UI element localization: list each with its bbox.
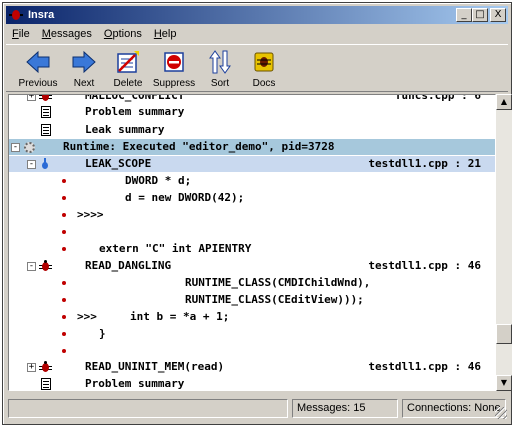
- tree-row-leak-summary[interactable]: Leak summary: [9, 122, 495, 138]
- bullet-icon: [62, 349, 66, 353]
- document-icon: [41, 106, 51, 118]
- window-title: Insra: [28, 9, 55, 21]
- delete-icon: [117, 51, 139, 73]
- menu-options[interactable]: Options: [98, 28, 148, 40]
- resize-grip-icon[interactable]: [495, 407, 507, 419]
- bullet-icon: [62, 196, 66, 200]
- message-tree[interactable]: + MALLOC_CONFLICT funcs.cpp : 6 Problem …: [8, 94, 496, 391]
- runtime-gear-icon: [24, 142, 35, 153]
- bug-icon: [39, 260, 52, 272]
- menu-bar: File Messages Options Help: [6, 25, 508, 43]
- arrow-left-icon: [26, 50, 50, 74]
- title-bar[interactable]: Insra _ □ X: [6, 6, 508, 24]
- tree-row-read-dangling[interactable]: - READ_DANGLING testdll1.cpp : 46: [9, 258, 495, 274]
- bug-icon: [39, 361, 52, 373]
- delete-button[interactable]: Delete: [106, 45, 150, 91]
- tree-row-runtime[interactable]: - Runtime: Executed "editor_demo", pid=3…: [9, 139, 495, 155]
- close-button[interactable]: X: [490, 8, 506, 22]
- document-icon: [41, 378, 51, 390]
- tree-row-problem-summary[interactable]: Problem summary: [9, 376, 495, 390]
- next-label: Next: [73, 78, 95, 89]
- code-line: d = new DWORD(42);: [9, 190, 495, 206]
- vertical-scrollbar[interactable]: ▲ ▼: [496, 94, 512, 391]
- bullet-icon: [62, 230, 66, 234]
- code-line: DWORD * d;: [9, 173, 495, 189]
- code-line: >>>>: [9, 207, 495, 223]
- code-line: extern "C" int APIENTRY: [9, 241, 495, 257]
- suppress-button[interactable]: Suppress: [150, 45, 198, 91]
- bullet-icon: [62, 281, 66, 285]
- bullet-icon: [62, 315, 66, 319]
- sort-button[interactable]: Sort: [198, 45, 242, 91]
- code-line: RUNTIME_CLASS(CMDIChildWnd),: [9, 275, 495, 291]
- previous-button[interactable]: Previous: [14, 45, 62, 91]
- toolbar: Previous Next Delete Suppress Sort Docs: [6, 44, 508, 92]
- tree-row-malloc-conflict[interactable]: + MALLOC_CONFLICT funcs.cpp : 6: [9, 95, 495, 104]
- bullet-icon: [62, 213, 66, 217]
- bullet-icon: [62, 179, 66, 183]
- expand-toggle[interactable]: +: [27, 95, 36, 101]
- code-line: >>> int b = *a + 1;: [9, 309, 495, 325]
- tree-row-read-uninit-mem[interactable]: + READ_UNINIT_MEM(read) testdll1.cpp : 4…: [9, 359, 495, 375]
- suppress-icon: [164, 52, 184, 72]
- docs-icon: [254, 52, 274, 72]
- tree-row-problem-summary[interactable]: Problem summary: [9, 104, 495, 120]
- delete-label: Delete: [113, 78, 143, 89]
- collapse-toggle[interactable]: -: [27, 262, 36, 271]
- scroll-thumb[interactable]: [496, 324, 512, 344]
- code-line: RUNTIME_CLASS(CEditView)));: [9, 292, 495, 308]
- minimize-button[interactable]: _: [456, 8, 472, 22]
- docs-label: Docs: [252, 78, 276, 89]
- menu-file[interactable]: File: [6, 28, 36, 40]
- docs-button[interactable]: Docs: [242, 45, 286, 91]
- suppress-label: Suppress: [152, 78, 196, 89]
- collapse-toggle[interactable]: -: [27, 160, 36, 169]
- menu-help[interactable]: Help: [148, 28, 183, 40]
- sort-label: Sort: [210, 78, 230, 89]
- menu-messages[interactable]: Messages: [36, 28, 98, 40]
- collapse-toggle[interactable]: -: [11, 143, 20, 152]
- arrow-right-icon: [72, 50, 96, 74]
- status-panel-main: [8, 399, 288, 418]
- leak-drop-icon: [41, 158, 49, 169]
- bullet-icon: [62, 332, 66, 336]
- bullet-icon: [62, 298, 66, 302]
- status-bar: Messages: 15 Connections: None: [6, 396, 508, 420]
- bullet-icon: [62, 247, 66, 251]
- tree-row-leak-scope[interactable]: - LEAK_SCOPE testdll1.cpp : 21: [9, 156, 495, 172]
- messages-count: Messages: 15: [292, 399, 398, 418]
- bug-app-icon: [8, 7, 24, 23]
- scroll-down-arrow-icon[interactable]: ▼: [496, 375, 512, 391]
- connections-status: Connections: None: [402, 399, 506, 418]
- next-button[interactable]: Next: [62, 45, 106, 91]
- sort-icon: [209, 50, 231, 74]
- scroll-up-arrow-icon[interactable]: ▲: [496, 94, 512, 110]
- document-icon: [41, 124, 51, 136]
- code-line: }: [9, 326, 495, 342]
- code-line: [9, 224, 495, 240]
- expand-toggle[interactable]: +: [27, 363, 36, 372]
- code-line: [9, 343, 495, 359]
- previous-label: Previous: [18, 78, 58, 89]
- app-window: Insra _ □ X File Messages Options Help P…: [2, 2, 512, 425]
- maximize-button[interactable]: □: [472, 8, 488, 22]
- bug-icon: [39, 95, 52, 102]
